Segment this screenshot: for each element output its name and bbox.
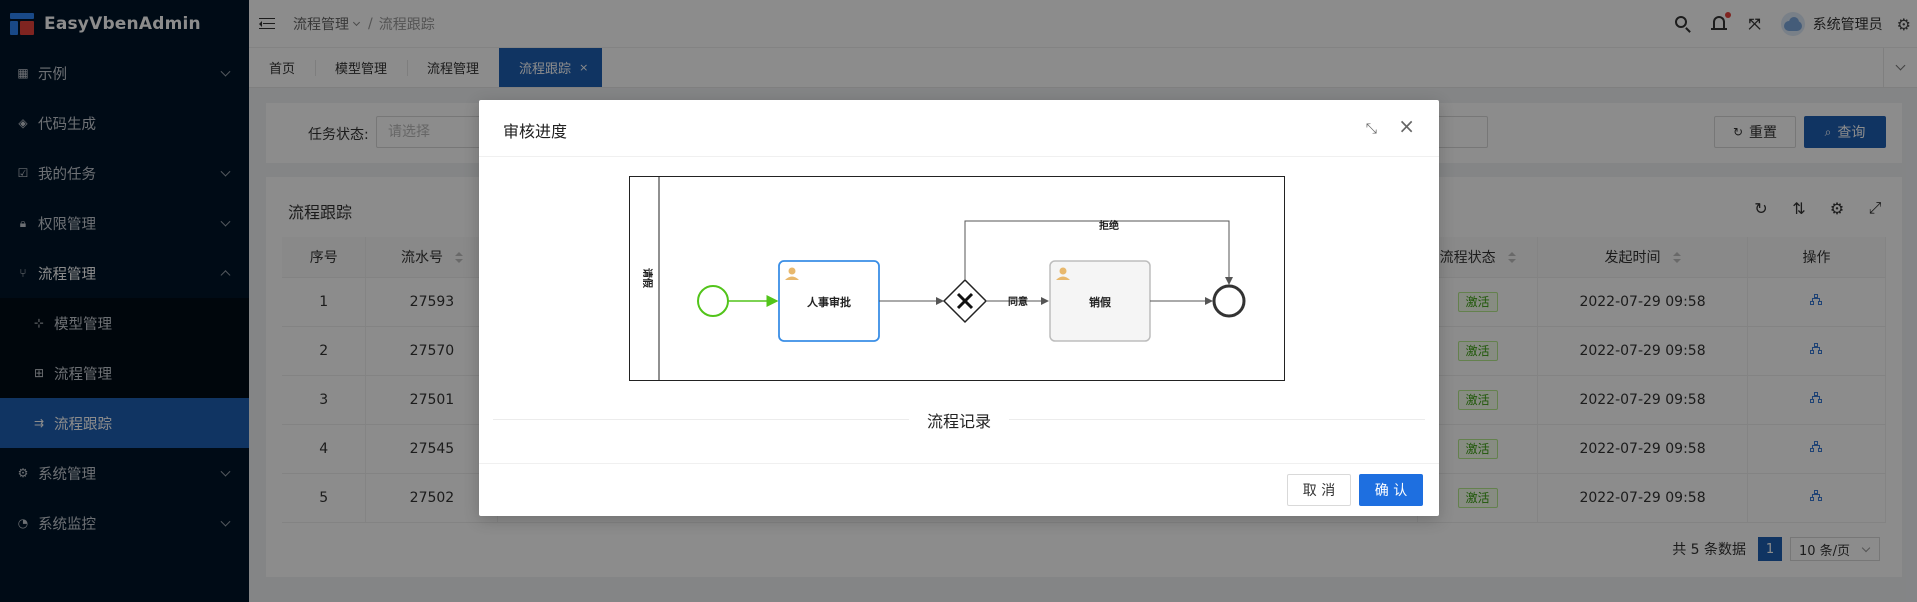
cancel-button[interactable]: 取 消 (1287, 474, 1351, 506)
flow-label-agree: 同意 (1008, 295, 1028, 308)
modal-title: 审核进度 (503, 122, 568, 141)
task-label: 人事审批 (807, 295, 851, 309)
start-event[interactable] (697, 285, 729, 317)
fullscreen-icon[interactable]: ⤡ (1366, 121, 1377, 137)
process-record-title: 流程记录 (479, 408, 1439, 432)
divider-line-right (1009, 419, 1425, 420)
flow-label-reject: 拒绝 (1099, 219, 1119, 232)
audit-progress-modal: 审核进度 ⤡ × 请假 人事审批 拒绝 同意 销假 流程记录 取 消 确 认 (479, 100, 1439, 516)
end-event[interactable] (1212, 284, 1246, 318)
bpmn-diagram: 请假 人事审批 拒绝 同意 销假 (629, 176, 1285, 381)
modal-footer: 取 消 确 认 (479, 463, 1439, 516)
modal-header: 审核进度 ⤡ × (479, 100, 1439, 157)
task-label: 销假 (1089, 295, 1112, 309)
confirm-button[interactable]: 确 认 (1359, 474, 1423, 506)
lane-label: 请假 (641, 268, 654, 289)
pool (629, 176, 1285, 381)
close-icon[interactable]: × (1398, 116, 1415, 136)
process-record-label: 流程记录 (912, 412, 1005, 431)
